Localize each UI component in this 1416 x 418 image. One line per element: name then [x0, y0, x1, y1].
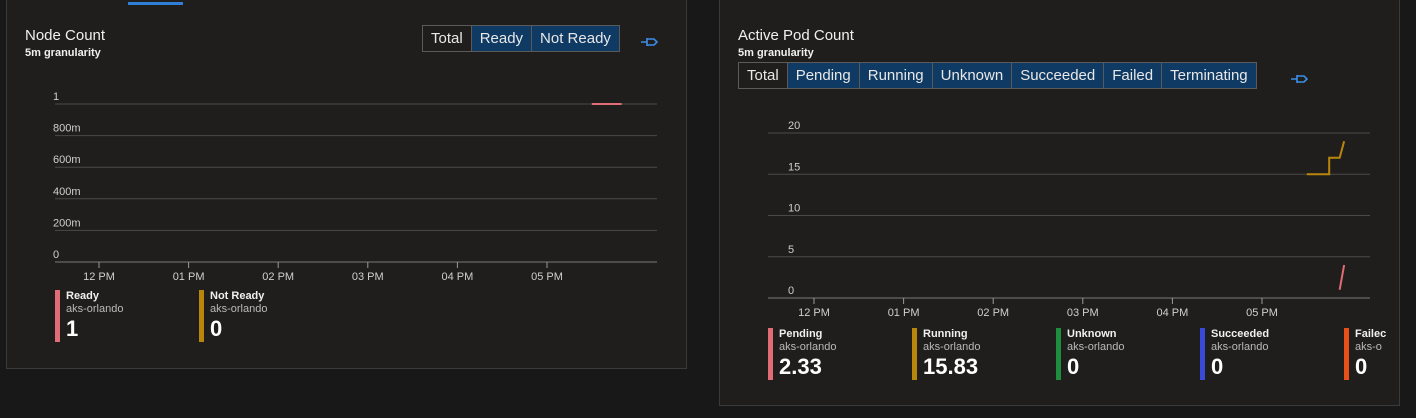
y-tick-label: 200m	[53, 217, 81, 229]
legend-series-name: Succeeded	[1211, 328, 1270, 340]
legend-series-name: Ready	[66, 290, 100, 302]
x-tick-label: 01 PM	[173, 271, 205, 283]
x-tick-label: 04 PM	[442, 271, 474, 283]
x-tick-label: 12 PM	[83, 271, 115, 283]
y-tick-label: 0	[53, 249, 59, 261]
y-tick-label: 5	[788, 244, 794, 256]
y-tick-label: 1	[53, 91, 59, 103]
legend-color-bar	[768, 328, 773, 380]
legend-value: 15.83	[923, 354, 979, 379]
legend-series-name: Pending	[779, 328, 823, 340]
y-tick-label: 800m	[53, 123, 81, 135]
legend-color-bar	[912, 328, 917, 380]
node-count-panel: Node Count 5m granularity Total Ready No…	[6, 0, 687, 369]
legend-item-not-ready[interactable]: Not Ready aks-orlando 0	[199, 290, 267, 342]
x-tick-label: 05 PM	[531, 271, 563, 283]
legend-value: 0	[1067, 354, 1080, 379]
y-tick-label: 15	[788, 161, 800, 173]
legend-item-pending[interactable]: Pending aks-orlando 2.33	[768, 328, 836, 380]
legend-item-failed[interactable]: Failec aks-o 0	[1344, 328, 1395, 380]
legend-color-bar	[1200, 328, 1205, 380]
y-tick-label: 10	[788, 203, 800, 215]
y-tick-label: 400m	[53, 186, 81, 198]
y-tick-label: 0	[788, 285, 794, 297]
legend-color-bar	[199, 290, 204, 342]
active-pod-count-panel: Active Pod Count 5m granularity Total Pe…	[719, 0, 1400, 406]
legend-cluster-name: aks-orlando	[210, 303, 268, 315]
legend-value: 2.33	[779, 354, 822, 379]
legend-cluster-name: aks-orlando	[923, 341, 981, 353]
y-tick-label: 600m	[53, 154, 81, 166]
legend-cluster-name: aks-orlando	[1211, 341, 1269, 353]
legend-color-bar	[1344, 328, 1349, 380]
legend-item-running[interactable]: Running aks-orlando 15.83	[912, 328, 980, 380]
legend-value: 1	[66, 316, 79, 341]
x-tick-label: 02 PM	[262, 271, 294, 283]
x-tick-label: 04 PM	[1157, 307, 1189, 319]
active-pod-count-chart: 0 5 10 15 20 12 PM 01 PM 02 PM 03 PM 04 PM 05 PM	[768, 120, 1370, 319]
legend-cluster-name: aks-o	[1355, 341, 1382, 353]
legend-item-unknown[interactable]: Unknown aks-orlando 0	[1056, 328, 1124, 380]
node-count-chart: 0 200m 400m 600m 800m 1 12 PM 01 PM 02 PM 03 PM 04…	[53, 91, 657, 283]
x-tick-label: 01 PM	[888, 307, 920, 319]
x-tick-label: 03 PM	[352, 271, 384, 283]
x-tick-label: 12 PM	[798, 307, 830, 319]
legend-cluster-name: aks-orlando	[1067, 341, 1125, 353]
series-line-running	[1306, 140, 1346, 176]
series-line-pending	[1338, 264, 1346, 290]
legend-value: 0	[210, 316, 223, 341]
y-tick-label: 20	[788, 120, 800, 132]
legend-series-name: Running	[923, 328, 968, 340]
x-tick-label: 03 PM	[1067, 307, 1099, 319]
legend-value: 0	[1355, 354, 1368, 379]
legend-item-succeeded[interactable]: Succeeded aks-orlando 0	[1200, 328, 1269, 380]
legend-series-name: Not Ready	[210, 290, 265, 302]
legend-cluster-name: aks-orlando	[779, 341, 837, 353]
legend-cluster-name: aks-orlando	[66, 303, 124, 315]
legend-series-name: Unknown	[1067, 328, 1117, 340]
legend-value: 0	[1211, 354, 1224, 379]
legend-color-bar	[1056, 328, 1061, 380]
legend-color-bar	[55, 290, 60, 342]
legend-series-name: Failec	[1355, 328, 1387, 340]
x-tick-label: 02 PM	[977, 307, 1009, 319]
x-tick-label: 05 PM	[1246, 307, 1278, 319]
legend-item-ready[interactable]: Ready aks-orlando 1	[55, 290, 123, 342]
